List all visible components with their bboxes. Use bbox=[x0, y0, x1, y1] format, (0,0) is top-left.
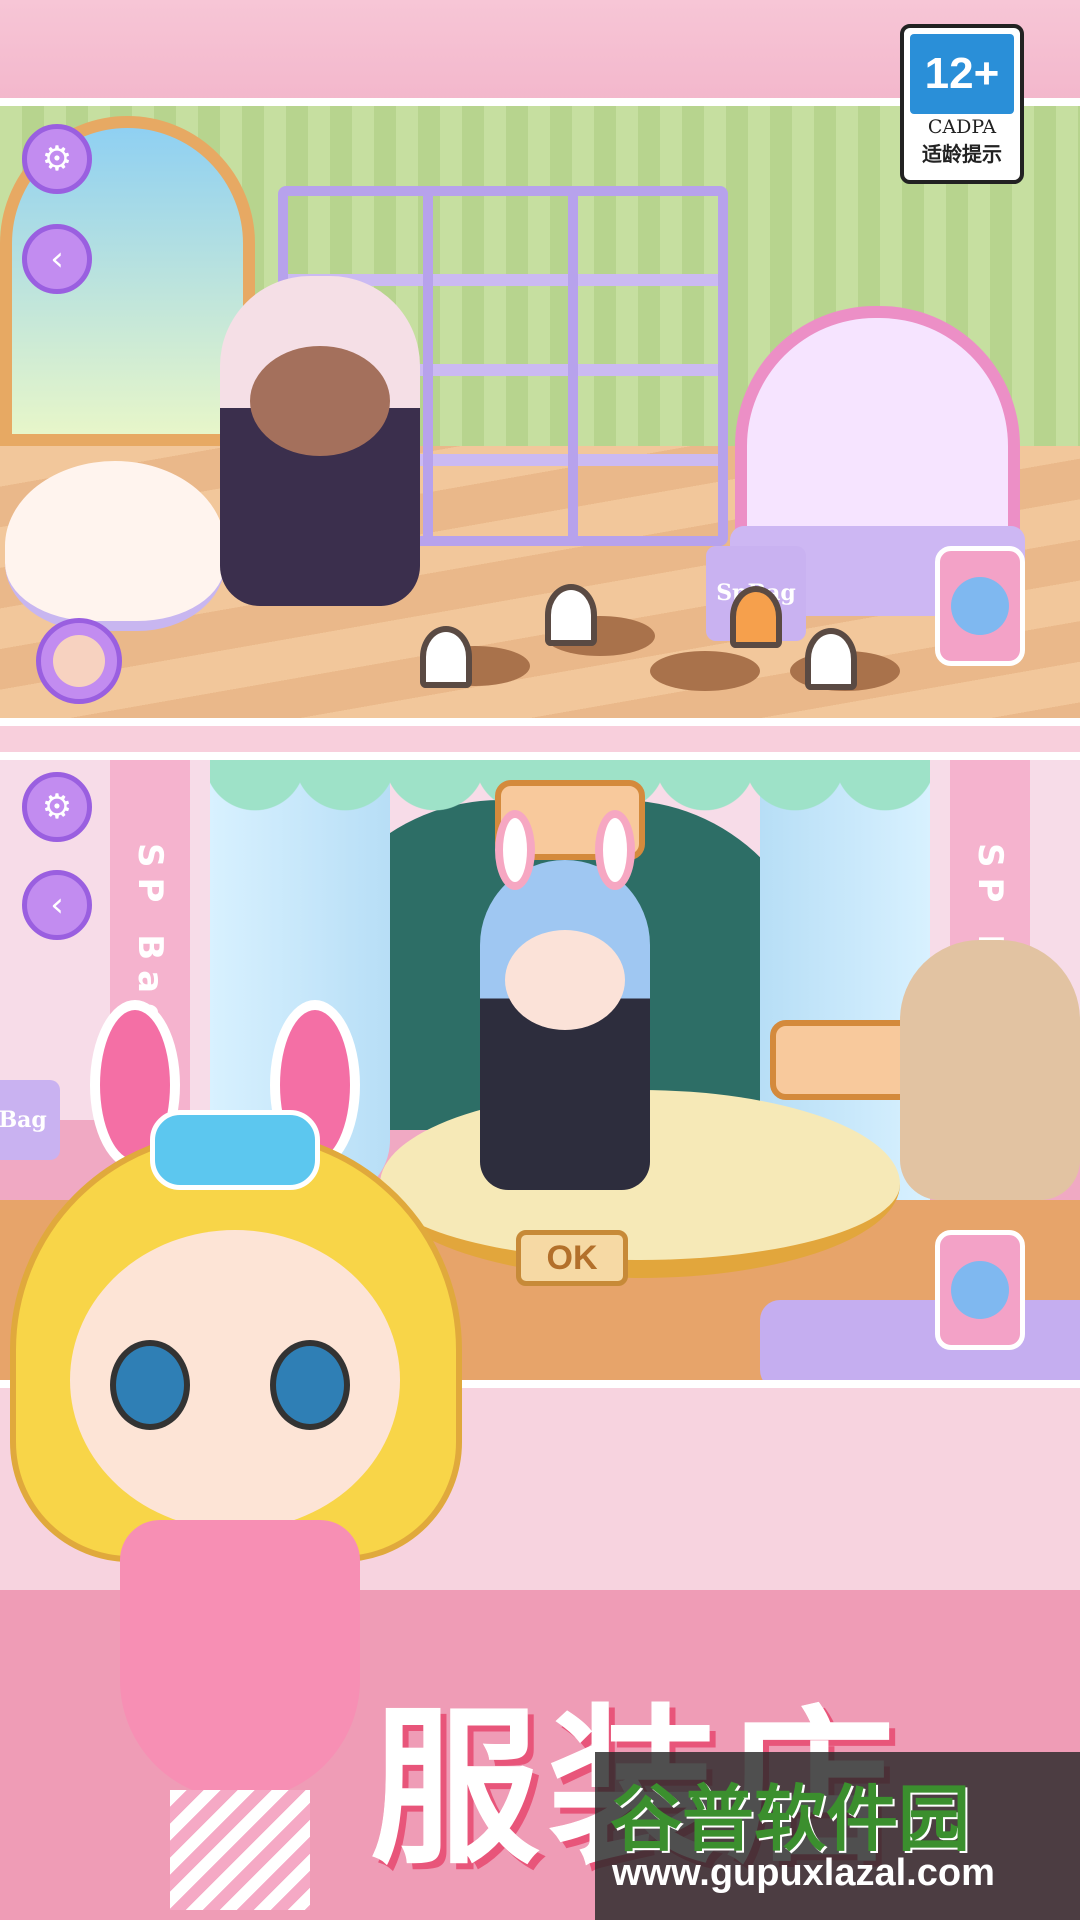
phone-avatar-icon bbox=[951, 1261, 1009, 1319]
stool bbox=[650, 651, 760, 691]
bunny-ear-headband-icon[interactable] bbox=[545, 584, 597, 646]
rating-tip: 适龄提示 bbox=[922, 142, 1002, 166]
shelf-post bbox=[423, 196, 433, 536]
stage-character[interactable] bbox=[480, 810, 650, 1190]
shop-screenshot-1: SpBag ⚙ ‹ bbox=[0, 98, 1080, 726]
mascot-dress bbox=[120, 1520, 360, 1800]
display-table bbox=[760, 1300, 1080, 1380]
character-face bbox=[250, 346, 390, 456]
back-button[interactable]: ‹ bbox=[22, 224, 92, 294]
watermark-url: www.gupuxlazal.com bbox=[612, 1852, 995, 1894]
avatar-face-icon bbox=[53, 635, 105, 687]
gear-icon: ⚙ bbox=[41, 139, 73, 179]
gear-icon: ⚙ bbox=[41, 787, 73, 827]
bunny-ear bbox=[595, 810, 635, 890]
mascot-legs bbox=[170, 1790, 310, 1910]
chevron-left-icon: ‹ bbox=[50, 885, 64, 925]
bunny-ear-headband-icon[interactable] bbox=[805, 628, 857, 690]
blue-bow bbox=[150, 1110, 320, 1190]
character-select-button[interactable] bbox=[36, 618, 122, 704]
chevron-left-icon: ‹ bbox=[50, 239, 64, 279]
back-button[interactable]: ‹ bbox=[22, 870, 92, 940]
phone-button[interactable] bbox=[935, 1230, 1025, 1350]
cat-ear-headband-icon[interactable] bbox=[420, 626, 472, 688]
mascot-face bbox=[70, 1230, 400, 1530]
teddy-bear bbox=[900, 940, 1080, 1200]
tea-table bbox=[5, 461, 225, 631]
age-rating: 12+ bbox=[910, 34, 1014, 114]
player-character[interactable] bbox=[220, 276, 420, 606]
bunny-ear bbox=[495, 810, 535, 890]
accessory-sign[interactable] bbox=[770, 1020, 920, 1100]
fox-ear-headband-icon[interactable] bbox=[730, 586, 782, 648]
mascot-eye bbox=[270, 1340, 350, 1430]
phone-avatar-icon bbox=[951, 577, 1009, 635]
watermark-name: 谷普软件园 bbox=[610, 1777, 971, 1861]
settings-button[interactable]: ⚙ bbox=[22, 772, 92, 842]
shelf-post bbox=[568, 196, 578, 536]
rating-org: CADPA bbox=[927, 116, 997, 138]
character-face bbox=[505, 930, 625, 1030]
settings-button[interactable]: ⚙ bbox=[22, 124, 92, 194]
mascot-eye bbox=[110, 1340, 190, 1430]
ok-button[interactable]: OK bbox=[516, 1230, 628, 1286]
age-rating-badge: 12+ CADPA 适龄提示 bbox=[900, 24, 1024, 184]
phone-button[interactable] bbox=[935, 546, 1025, 666]
